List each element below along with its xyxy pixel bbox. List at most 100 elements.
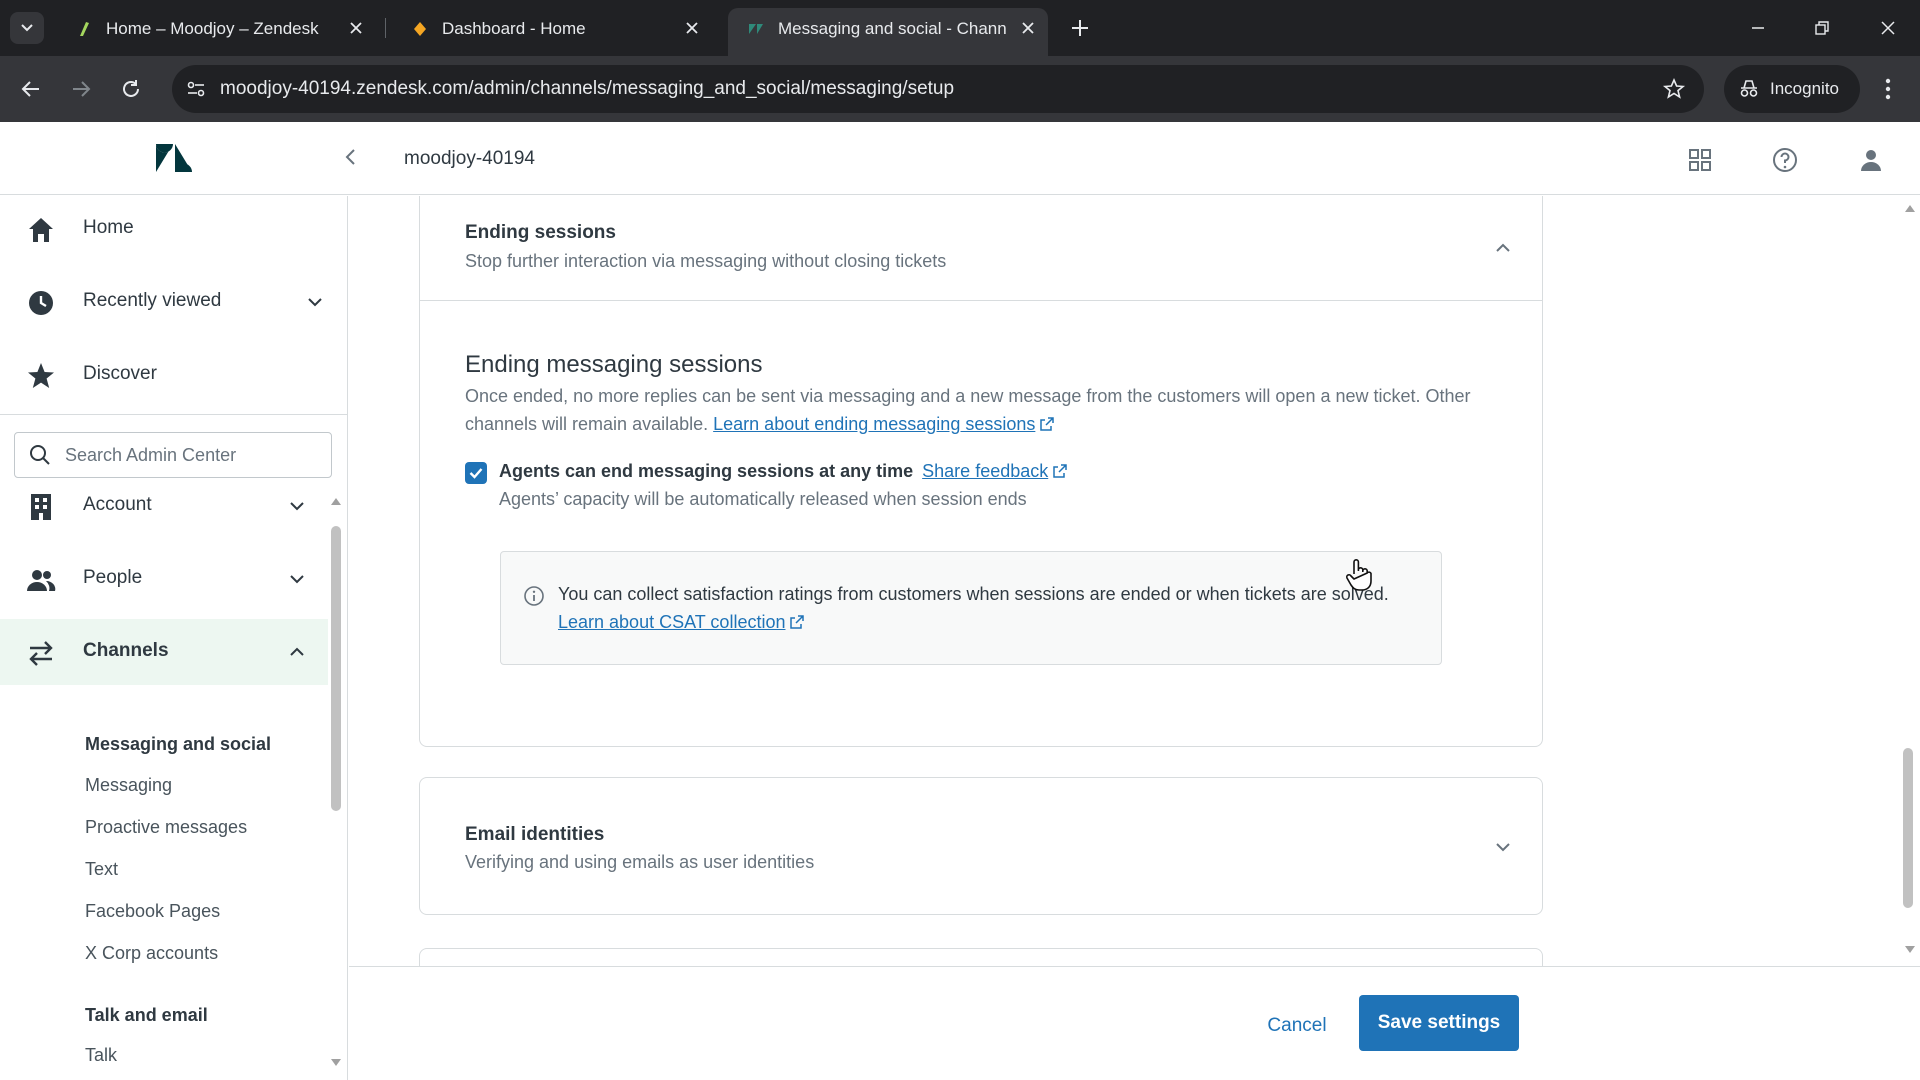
scroll-down-arrow-icon[interactable] [329, 1058, 343, 1068]
browser-tab-zendesk-home[interactable]: Home – Moodjoy – Zendesk [56, 8, 376, 48]
chevron-up-icon [290, 647, 304, 656]
sidebar-link-facebook-pages[interactable]: Facebook Pages [85, 901, 220, 922]
product-tray-icon[interactable] [1686, 146, 1714, 174]
reload-icon [123, 80, 139, 97]
scroll-up-arrow-icon[interactable] [329, 496, 343, 506]
sidebar-link-messaging[interactable]: Messaging [85, 775, 172, 796]
close-icon [1881, 21, 1895, 35]
browser-tab-bar: Home – Moodjoy – Zendesk Dashboard - Hom… [0, 0, 1920, 56]
browser-tab-messaging-social[interactable]: Messaging and social - Channe [728, 8, 1048, 56]
sidebar-item-label: Discover [83, 363, 157, 384]
incognito-badge[interactable]: Incognito [1724, 65, 1860, 113]
agents-end-sessions-checkbox[interactable] [465, 462, 487, 484]
sidebar-item-home[interactable]: Home [0, 196, 340, 262]
url-text: moodjoy-40194.zendesk.com/admin/channels… [220, 78, 955, 99]
account-name: moodjoy-40194 [404, 148, 535, 169]
address-bar[interactable]: moodjoy-40194.zendesk.com/admin/channels… [172, 65, 1704, 113]
close-icon[interactable] [1020, 20, 1036, 36]
reload-button[interactable] [116, 74, 146, 104]
scroll-down-arrow-icon[interactable] [1904, 945, 1916, 955]
tab-title: Dashboard - Home [442, 19, 586, 38]
bookmark-star-icon[interactable] [1662, 77, 1686, 101]
arrow-right-icon [73, 81, 91, 97]
restore-button[interactable] [1808, 14, 1836, 42]
learn-ending-sessions-link[interactable]: Learn about ending messaging sessions [713, 414, 1035, 434]
tab-search-button[interactable] [10, 12, 44, 44]
card-title: Email identities [465, 824, 605, 845]
sidebar-item-label: People [83, 567, 143, 588]
sidebar-link-text[interactable]: Text [85, 859, 118, 880]
cancel-button[interactable]: Cancel [1242, 999, 1352, 1053]
building-icon [31, 494, 51, 520]
chevron-down-icon [21, 24, 33, 32]
sidebar-item-recently-viewed[interactable]: Recently viewed [0, 269, 340, 335]
sidebar-item-label: Recently viewed [83, 290, 222, 311]
learn-csat-link[interactable]: Learn about CSAT collection [558, 612, 785, 632]
user-profile-icon[interactable] [1857, 146, 1885, 174]
sidebar-divider [0, 414, 347, 415]
star-icon [28, 363, 54, 388]
external-link-icon [1040, 417, 1055, 431]
link-text: Share feedback [922, 461, 1049, 481]
new-tab-plus-icon[interactable] [1068, 16, 1092, 40]
next-settings-card[interactable] [419, 948, 1543, 966]
dashboard-diamond-icon [414, 22, 426, 36]
save-settings-button[interactable]: Save settings [1359, 995, 1519, 1051]
search-input[interactable] [65, 441, 315, 469]
forward-button[interactable] [66, 74, 96, 104]
help-icon[interactable] [1771, 146, 1799, 174]
tab-title: Messaging and social - Channe [778, 19, 1006, 38]
arrow-left-icon [21, 81, 39, 97]
link-text: Learn about ending messaging sessions [713, 414, 1036, 434]
sidebar-link-x-corp-accounts[interactable]: X Corp accounts [85, 943, 218, 964]
zendesk-logo-icon[interactable] [154, 140, 194, 176]
content-scrollbar-thumb[interactable] [1903, 748, 1913, 908]
section-description: Once ended, no more replies can be sent … [465, 382, 1485, 438]
collapse-sidebar-icon[interactable] [340, 146, 362, 168]
sidebar-item-discover[interactable]: Discover [0, 342, 340, 408]
more-menu-icon[interactable] [1876, 74, 1900, 104]
close-icon[interactable] [348, 20, 364, 36]
close-icon[interactable] [684, 20, 700, 36]
share-feedback-link[interactable]: Share feedback [922, 461, 1048, 481]
info-icon [524, 586, 544, 606]
checkbox-label[interactable]: Agents can end messaging sessions at any… [499, 461, 1068, 482]
chevron-up-icon[interactable] [1493, 241, 1513, 255]
arrows-icon [29, 641, 53, 666]
sidebar-scrollbar-thumb[interactable] [331, 526, 341, 811]
sidebar-item-label: Channels [83, 640, 169, 661]
sidebar-subheading-talk-email: Talk and email [85, 1005, 208, 1025]
sidebar-item-account[interactable]: Account [0, 473, 340, 539]
zendesk-leaf-icon [80, 22, 89, 36]
checkmark-icon [469, 468, 483, 479]
csat-info-notice: You can collect satisfaction ratings fro… [500, 551, 1442, 665]
browser-tab-dashboard[interactable]: Dashboard - Home [392, 8, 712, 48]
site-settings-icon[interactable] [184, 77, 208, 101]
restore-icon [1815, 21, 1829, 35]
app-header: moodjoy-40194 [0, 122, 1920, 195]
minimize-button[interactable] [1744, 14, 1772, 42]
checkbox-hint: Agents’ capacity will be automatically r… [499, 489, 1027, 509]
scroll-up-arrow-icon[interactable] [1904, 203, 1916, 213]
window-close-button[interactable] [1874, 14, 1902, 42]
sidebar-subheading-messaging-social[interactable]: Messaging and social [85, 734, 271, 755]
ending-sessions-card: Ending sessions Stop further interaction… [419, 196, 1543, 747]
sidebar-link-proactive-messages[interactable]: Proactive messages [85, 817, 247, 838]
incognito-label: Incognito [1770, 79, 1839, 98]
zendesk-z-icon [749, 24, 763, 34]
incognito-icon [1740, 80, 1758, 97]
home-icon [29, 218, 53, 242]
sidebar-item-label: Account [83, 494, 152, 515]
sidebar-link-talk[interactable]: Talk [85, 1045, 117, 1066]
minimize-icon [1752, 27, 1764, 29]
admin-search[interactable] [14, 432, 332, 478]
sidebar-item-label: Home [83, 217, 134, 238]
sidebar-item-channels[interactable]: Channels [0, 619, 328, 685]
email-identities-card[interactable]: Email identities Verifying and using ema… [419, 777, 1543, 915]
external-link-icon [1053, 464, 1067, 478]
sidebar-item-people[interactable]: People [0, 546, 340, 612]
chevron-down-icon[interactable] [1493, 840, 1513, 854]
back-button[interactable] [16, 74, 46, 104]
chevron-down-icon [290, 575, 304, 584]
card-title: Ending sessions [465, 222, 616, 243]
